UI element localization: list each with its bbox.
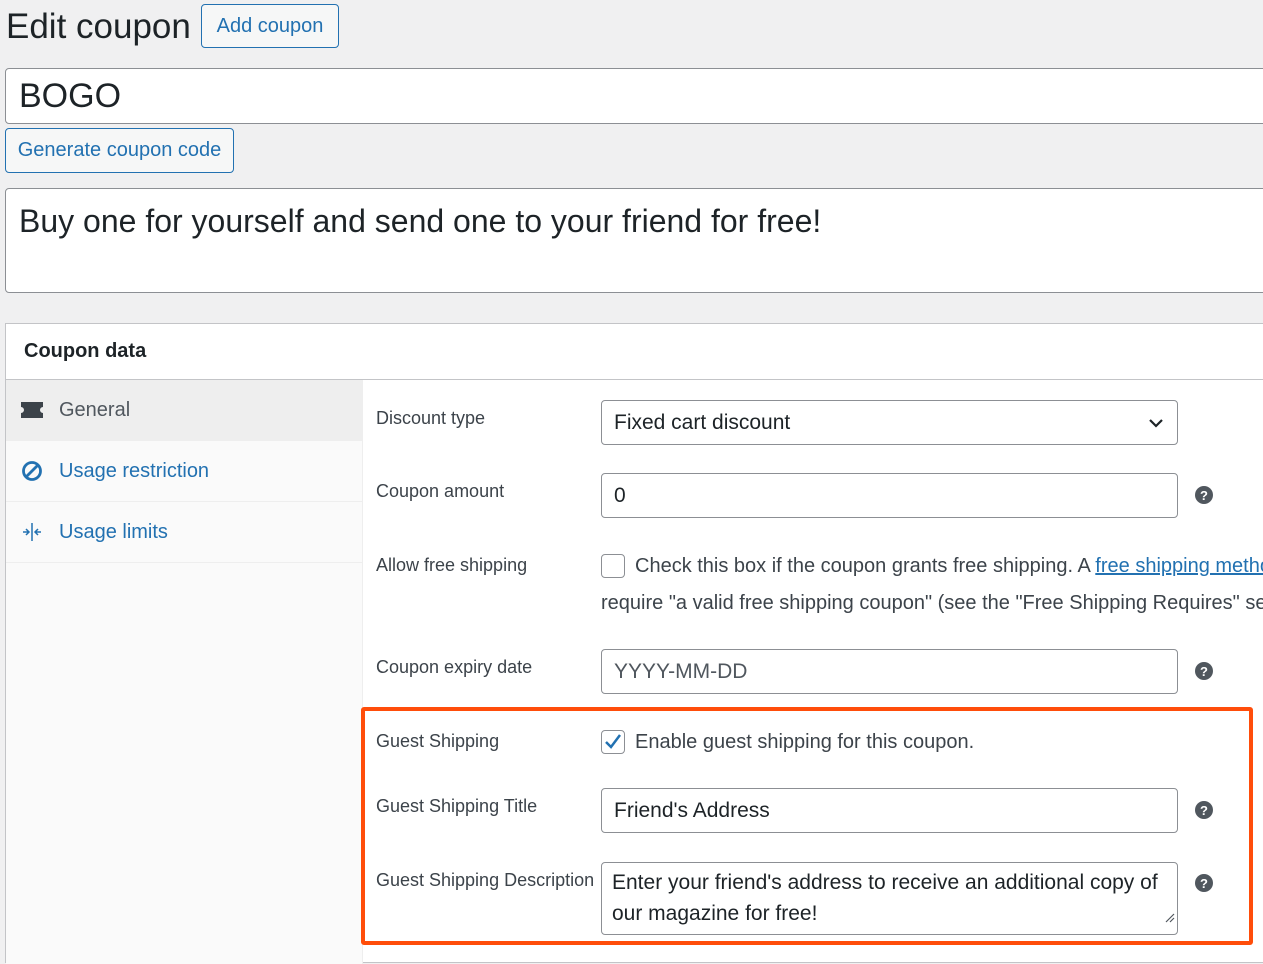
page-title: Edit coupon xyxy=(6,7,191,46)
guest-shipping-description-textarea[interactable]: Enter your friend's address to receive a… xyxy=(601,862,1178,935)
expiry-date-input[interactable]: YYYY-MM-DD xyxy=(601,649,1178,694)
coupon-code-input[interactable] xyxy=(5,68,1263,124)
coupon-amount-label: Coupon amount xyxy=(376,481,505,501)
tab-usage-limits-label: Usage limits xyxy=(59,520,168,543)
chevron-down-icon xyxy=(1147,414,1165,438)
tab-usage-limits[interactable]: Usage limits xyxy=(6,502,362,563)
resize-grip-icon[interactable] xyxy=(1163,901,1175,932)
free-shipping-text: Check this box if the coupon grants free… xyxy=(635,555,1096,577)
coupon-amount-value: 0 xyxy=(614,483,626,507)
free-shipping-description: Check this box if the coupon grants free… xyxy=(635,555,1263,578)
ban-icon xyxy=(21,460,43,482)
free-shipping-checkbox[interactable] xyxy=(601,554,625,578)
discount-type-select[interactable]: Fixed cart discount xyxy=(601,400,1178,445)
coupon-amount-help-icon[interactable]: ? xyxy=(1195,486,1213,504)
coupon-data-header: Coupon data xyxy=(6,324,1263,380)
free-shipping-description-line2: require "a valid free shipping coupon" (… xyxy=(601,592,1263,614)
discount-type-label: Discount type xyxy=(376,408,486,428)
guest-shipping-text: Enable guest shipping for this coupon. xyxy=(635,731,975,753)
add-coupon-button[interactable]: Add coupon xyxy=(201,4,339,48)
generate-coupon-code-button[interactable]: Generate coupon code xyxy=(5,128,234,173)
guest-shipping-title-value: Friend's Address xyxy=(614,798,770,822)
expiry-date-help-icon[interactable]: ? xyxy=(1195,662,1213,680)
check-icon xyxy=(605,734,621,749)
tab-usage-restriction-label: Usage restriction xyxy=(59,459,210,482)
coupon-description-textarea[interactable]: Buy one for yourself and send one to you… xyxy=(5,188,1263,293)
free-shipping-label: Allow free shipping xyxy=(376,555,528,575)
guest-shipping-description-help-icon[interactable]: ? xyxy=(1195,874,1213,892)
limits-icon xyxy=(21,521,43,543)
coupon-data-tabs: General Usage restriction Usage limits xyxy=(6,380,363,964)
tab-usage-restriction[interactable]: Usage restriction xyxy=(6,441,362,502)
coupon-amount-input[interactable]: 0 xyxy=(601,473,1178,518)
guest-shipping-title-help-icon[interactable]: ? xyxy=(1195,801,1213,819)
guest-shipping-title-input[interactable]: Friend's Address xyxy=(601,788,1178,833)
free-shipping-method-link[interactable]: free shipping metho xyxy=(1095,555,1263,577)
guest-shipping-checkbox[interactable] xyxy=(601,730,625,754)
expiry-date-placeholder: YYYY-MM-DD xyxy=(614,659,748,683)
expiry-date-label: Coupon expiry date xyxy=(376,657,533,677)
guest-shipping-label: Guest Shipping xyxy=(376,731,500,751)
guest-shipping-title-label: Guest Shipping Title xyxy=(376,796,538,816)
tab-general[interactable]: General xyxy=(6,380,362,441)
discount-type-value: Fixed cart discount xyxy=(614,410,791,434)
ticket-icon xyxy=(21,399,43,421)
guest-shipping-description-value: Enter your friend's address to receive a… xyxy=(612,871,1158,925)
tab-general-label: General xyxy=(59,398,131,421)
guest-shipping-description-label: Guest Shipping Description xyxy=(376,870,595,890)
